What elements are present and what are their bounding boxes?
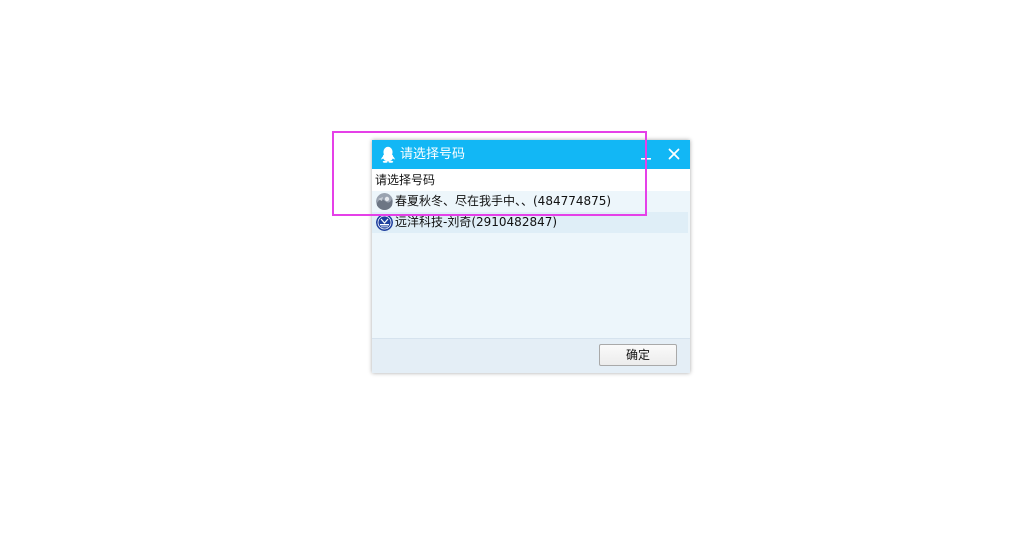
account-label: 远洋科技-刘奇(2910482847) [395, 215, 558, 229]
title-bar[interactable]: 请选择号码 [372, 140, 690, 169]
dialog-footer: 确定 [372, 338, 690, 373]
account-list[interactable]: 春夏秋冬、尽在我手中、、(484774875) 远洋科技-刘奇(29104828… [372, 191, 690, 338]
account-label: 春夏秋冬、尽在我手中、、(484774875) [395, 194, 612, 208]
window-title: 请选择号码 [400, 147, 466, 162]
list-item[interactable]: 远洋科技-刘奇(2910482847) [372, 212, 688, 233]
avatar-icon [376, 214, 393, 231]
close-button[interactable] [662, 143, 686, 166]
ok-button[interactable]: 确定 [599, 344, 677, 366]
qq-penguin-icon [380, 146, 396, 163]
list-item[interactable]: 春夏秋冬、尽在我手中、、(484774875) [372, 191, 688, 212]
prompt-label: 请选择号码 [375, 173, 436, 187]
minimize-button[interactable] [634, 143, 658, 166]
select-account-dialog: 请选择号码 请选择号码 春夏秋冬、尽在我手中、、(484774875) 远洋科技… [372, 140, 690, 373]
minimize-icon [641, 158, 651, 160]
avatar-icon [376, 193, 393, 210]
close-icon [668, 148, 680, 160]
prompt-header: 请选择号码 [372, 169, 690, 191]
